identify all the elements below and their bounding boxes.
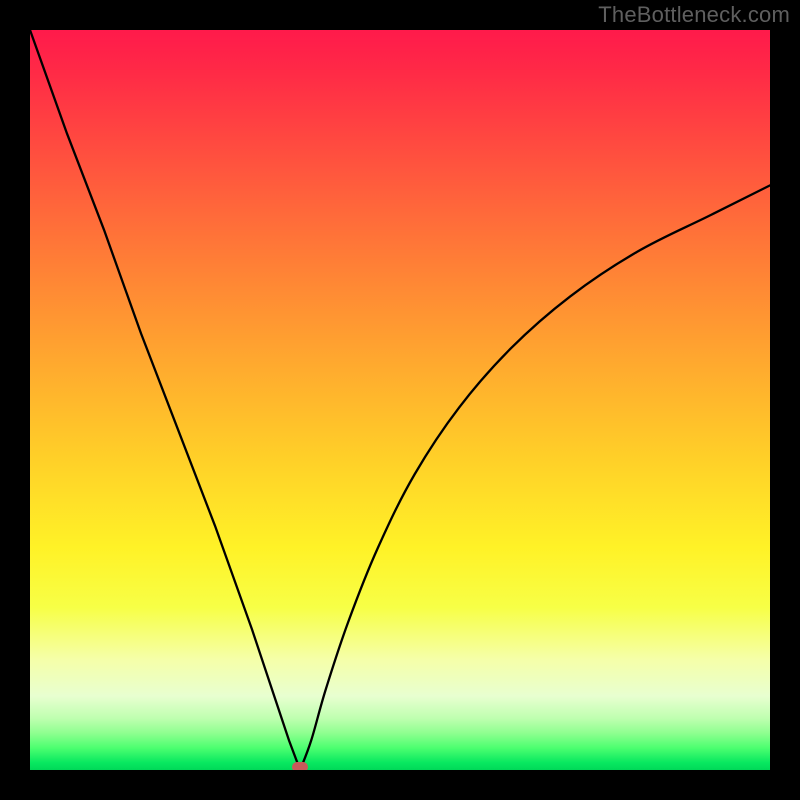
curve-layer <box>30 30 770 770</box>
plot-area <box>30 30 770 770</box>
min-point-marker <box>292 762 308 770</box>
chart-frame: TheBottleneck.com <box>0 0 800 800</box>
watermark-text: TheBottleneck.com <box>598 2 790 28</box>
bottleneck-curve <box>30 30 770 770</box>
